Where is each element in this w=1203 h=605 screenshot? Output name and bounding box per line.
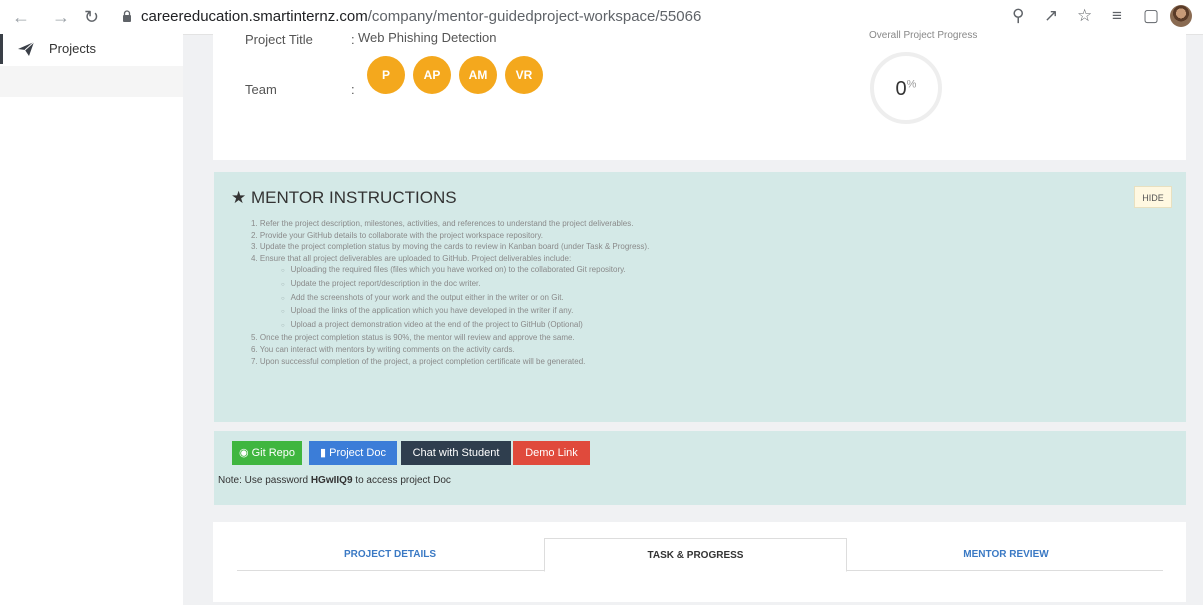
instruction-item: 7. Upon successful completion of the pro… [251, 356, 586, 366]
paper-plane-icon [18, 41, 35, 56]
profile-avatar[interactable] [1170, 5, 1192, 27]
instruction-subitem: Add the screenshots of your work and the… [251, 292, 649, 306]
browser-toolbar: ← → ↻ careereducation.smartinternz.com/c… [0, 0, 1203, 35]
instruction-item: 5. Once the project completion status is… [251, 333, 575, 343]
mentor-heading-text: MENTOR INSTRUCTIONS [250, 188, 457, 207]
hide-button[interactable]: HIDE [1134, 186, 1172, 208]
project-summary-card: Project Title : Team : Overall Project P… [213, 30, 1186, 160]
instruction-subitem: Upload the links of the application whic… [251, 305, 649, 319]
share-icon[interactable]: ↗ [1044, 6, 1058, 26]
sidebar-divider [0, 66, 183, 97]
document-icon: ▮ [320, 447, 327, 459]
sidebar-item-label: Projects [49, 41, 96, 56]
password-note: Note: Use password HGwIIQ9 to access pro… [218, 475, 451, 486]
arrow-right-icon[interactable]: → [52, 7, 70, 27]
team-member-avatar[interactable]: AP [413, 56, 451, 94]
team-member-avatar[interactable]: AM [459, 56, 497, 94]
tab-project-details[interactable]: PROJECT DETAILS [237, 538, 543, 572]
note-prefix: Note: Use password [218, 475, 309, 486]
team-member-avatar[interactable]: P [367, 56, 405, 94]
doc-password: HGwIIQ9 [310, 475, 353, 486]
sidebar: Projects [0, 34, 183, 605]
mentor-heading: ★ MENTOR INSTRUCTIONS [231, 188, 457, 208]
star-icon: ★ [231, 188, 247, 207]
instruction-item: 2. Provide your GitHub details to collab… [251, 230, 543, 240]
instruction-subitem: Update the project report/description in… [251, 278, 649, 292]
tab-task-progress[interactable]: TASK & PROGRESS [544, 538, 847, 572]
git-repo-button[interactable]: ◉ Git Repo [232, 441, 302, 465]
url-host: careereducation.smartinternz.com [141, 8, 368, 25]
instruction-item: 6. You can interact with mentors by writ… [251, 344, 515, 354]
sidebar-item-projects[interactable]: Projects [0, 34, 183, 64]
mentor-instructions-panel: ★ MENTOR INSTRUCTIONS HIDE 1. Refer the … [214, 172, 1186, 422]
team-member-avatar[interactable]: VR [505, 56, 543, 94]
instruction-item: 3. Update the project completion status … [251, 242, 650, 252]
github-icon: ◉ [238, 447, 249, 459]
side-panel-icon[interactable]: ▢ [1143, 6, 1159, 26]
colon: : [351, 32, 355, 47]
lock-icon[interactable] [122, 10, 132, 22]
team-label: Team [245, 82, 277, 97]
project-title-label: Project Title [245, 32, 313, 47]
zoom-icon[interactable]: ⚲ [1012, 6, 1024, 26]
chat-with-student-button[interactable]: Chat with Student [401, 441, 511, 465]
colon: : [351, 82, 355, 97]
project-title-value: Web Phishing Detection [358, 30, 497, 45]
project-doc-label: Project Doc [329, 447, 386, 459]
note-suffix: to access project Doc [355, 475, 451, 486]
url-path: /company/mentor-guidedproject-workspace/… [367, 8, 702, 25]
project-doc-button[interactable]: ▮ Project Doc [309, 441, 397, 465]
progress-unit: % [906, 78, 917, 91]
progress-value: 0 [895, 78, 907, 100]
project-links-panel: ◉ Git Repo ▮ Project Doc Chat with Stude… [214, 431, 1186, 505]
instruction-item: 4. Ensure that all project deliverables … [251, 253, 572, 263]
reading-list-icon[interactable]: ≡ [1112, 6, 1122, 26]
git-repo-label: Git Repo [251, 447, 296, 459]
tabs-card: PROJECT DETAILS TASK & PROGRESS MENTOR R… [213, 522, 1186, 602]
tab-mentor-review[interactable]: MENTOR REVIEW [849, 538, 1163, 572]
arrow-left-icon[interactable]: ← [12, 7, 30, 27]
reload-icon[interactable]: ↻ [84, 7, 99, 27]
star-icon[interactable]: ☆ [1077, 6, 1092, 26]
demo-link-button[interactable]: Demo Link [513, 441, 590, 465]
instruction-subitem: Uploading the required files (files whic… [251, 264, 649, 278]
progress-ring: 0% [870, 52, 942, 124]
instructions-list: 1. Refer the project description, milest… [251, 218, 649, 367]
progress-label: Overall Project Progress [869, 30, 978, 41]
instruction-item: 1. Refer the project description, milest… [251, 219, 634, 228]
instruction-subitem: Upload a project demonstration video at … [251, 319, 649, 333]
address-bar[interactable]: careereducation.smartinternz.com/company… [141, 8, 701, 25]
